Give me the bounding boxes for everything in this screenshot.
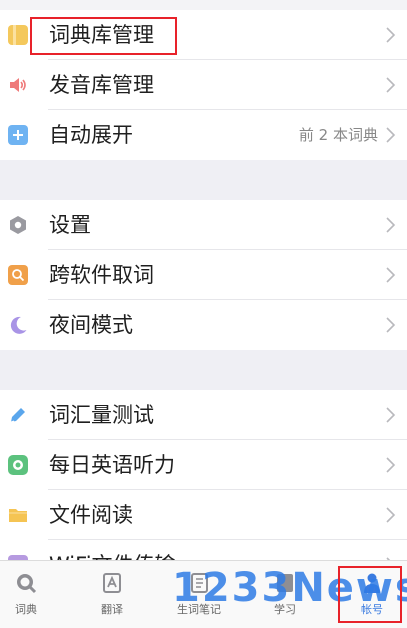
search-icon xyxy=(8,265,28,285)
speaker-icon xyxy=(10,78,26,92)
study-icon xyxy=(277,574,293,592)
row-auto-expand[interactable]: 自动展开 前 2 本词典 xyxy=(0,110,407,160)
chevron-right-icon xyxy=(386,457,396,473)
chevron-right-icon xyxy=(386,267,396,283)
row-label: 跨软件取词 xyxy=(49,263,154,287)
search-icon xyxy=(17,574,37,594)
auto-expand-value: 前 2 本词典 xyxy=(298,126,378,144)
book-icon xyxy=(8,25,28,45)
row-settings[interactable]: 设置 xyxy=(0,200,407,250)
tab-word-notes[interactable]: 生词笔记 xyxy=(169,561,229,628)
tab-label: 帐号 xyxy=(361,603,383,616)
plus-icon xyxy=(8,125,28,145)
gear-icon xyxy=(10,216,26,234)
chevron-right-icon xyxy=(386,77,396,93)
pen-icon xyxy=(10,408,25,423)
user-icon xyxy=(364,573,380,593)
tab-label: 词典 xyxy=(15,603,37,616)
row-label: 文件阅读 xyxy=(49,503,133,527)
row-label: 词汇量测试 xyxy=(49,403,154,427)
tab-study[interactable]: 学习 xyxy=(255,561,315,628)
tab-translate[interactable]: 翻译 xyxy=(82,561,142,628)
top-strip xyxy=(0,0,407,10)
row-cross-app-lookup[interactable]: 跨软件取词 xyxy=(0,250,407,300)
tab-label: 生词笔记 xyxy=(177,603,221,616)
translate-icon xyxy=(103,573,121,593)
tab-account[interactable]: 帐号 xyxy=(342,561,402,628)
chevron-right-icon xyxy=(386,217,396,233)
row-vocabulary-test[interactable]: 词汇量测试 xyxy=(0,390,407,440)
chevron-right-icon xyxy=(386,127,396,143)
row-dictionary-manage[interactable]: 词典库管理 xyxy=(0,10,407,60)
row-label: 发音库管理 xyxy=(49,73,154,97)
row-pronunciation-manage[interactable]: 发音库管理 xyxy=(0,60,407,110)
row-daily-listening[interactable]: 每日英语听力 xyxy=(0,440,407,490)
chevron-right-icon xyxy=(386,27,396,43)
tab-dictionary[interactable]: 词典 xyxy=(0,561,56,628)
folder-icon xyxy=(9,509,27,522)
chevron-right-icon xyxy=(386,407,396,423)
radio-icon xyxy=(8,455,28,475)
tab-label: 学习 xyxy=(274,603,296,616)
settings-group-learning: 词汇量测试 每日英语听力 文件阅读 WiFi文件传输 xyxy=(0,390,407,570)
row-night-mode[interactable]: 夜间模式 xyxy=(0,300,407,350)
chevron-right-icon xyxy=(386,317,396,333)
notebook-icon xyxy=(191,573,208,593)
row-label: 每日英语听力 xyxy=(49,453,175,477)
tab-bar: 词典 翻译 生词笔记 学习 帐号 xyxy=(0,560,407,628)
row-label: 自动展开 xyxy=(49,123,133,147)
settings-group-general: 设置 跨软件取词 夜间模式 xyxy=(0,200,407,350)
moon-icon xyxy=(10,316,27,334)
row-label: 词典库管理 xyxy=(49,23,154,47)
chevron-right-icon xyxy=(386,507,396,523)
row-file-reading[interactable]: 文件阅读 xyxy=(0,490,407,540)
settings-group-dictionary: 词典库管理 发音库管理 自动展开 前 2 本词典 xyxy=(0,10,407,160)
tab-label: 翻译 xyxy=(101,603,123,616)
row-label: 夜间模式 xyxy=(49,313,133,337)
row-label: 设置 xyxy=(49,213,91,237)
